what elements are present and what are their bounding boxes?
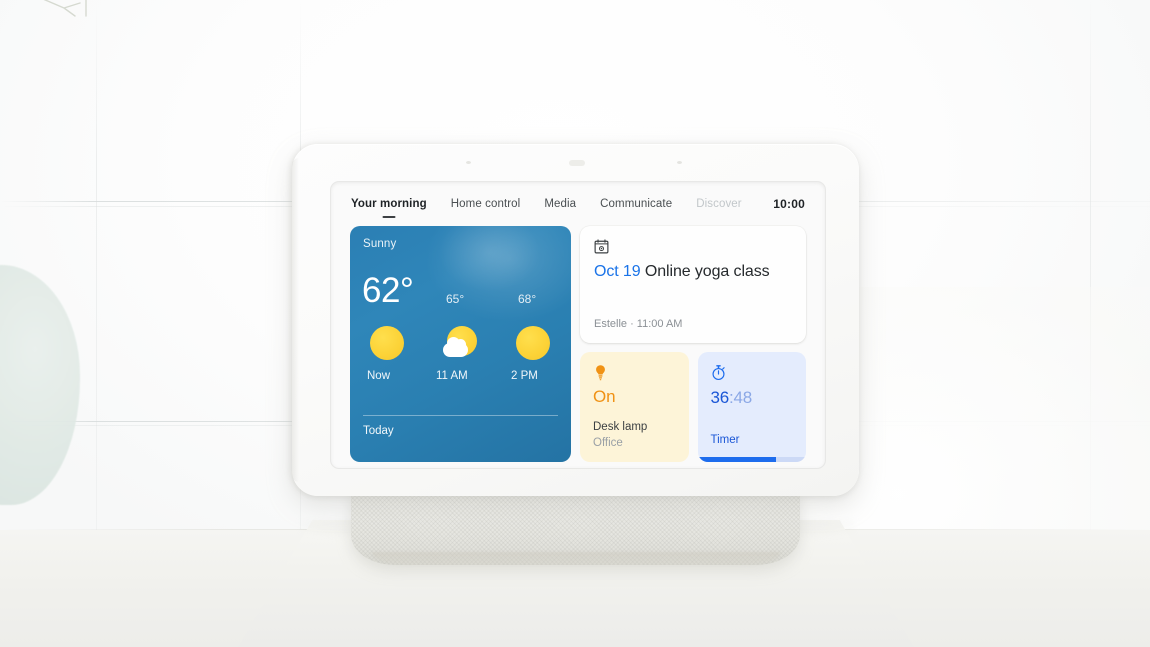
calendar-event-subtitle: Estelle · 11:00 AM [594, 318, 683, 330]
calendar-event-date: Oct 19 [594, 263, 641, 280]
desk-lamp-room: Office [593, 437, 623, 449]
tab-discover[interactable]: Discover [696, 198, 742, 210]
tab-media[interactable]: Media [544, 198, 576, 210]
light-sensor-dot-icon [677, 161, 682, 164]
calendar-event-icon [594, 239, 609, 254]
weather-forecast-temp-2: 68° [518, 292, 537, 306]
desk-lamp-state: On [593, 387, 616, 406]
sun-behind-cloud-icon [443, 326, 477, 360]
tab-home-control[interactable]: Home control [451, 198, 521, 210]
active-tab-indicator [382, 216, 396, 218]
timer-label: Timer [710, 434, 740, 446]
tab-your-morning-label: Your morning [351, 198, 427, 210]
twig-decoration [43, 0, 87, 17]
scene-photo: Your morning Home control Media Communic… [0, 0, 1150, 647]
weather-divider [363, 415, 558, 416]
timer-value: 36:48 [711, 388, 794, 408]
weather-card[interactable]: Sunny 62° 65° 68° Now 11 AM 2 PM Today [350, 226, 571, 462]
speaker-slot-icon [569, 160, 585, 166]
top-navigation-bar: Your morning Home control Media Communic… [331, 182, 825, 226]
left-column: Sunny 62° 65° 68° Now 11 AM 2 PM Today [350, 226, 571, 462]
tab-communicate[interactable]: Communicate [600, 198, 672, 210]
timer-progress-fill [697, 457, 776, 462]
smart-display-device: Your morning Home control Media Communic… [292, 144, 859, 496]
right-column: Oct 19 Online yoga class Estelle · 11:00… [580, 226, 806, 462]
weather-time-now: Now [367, 370, 391, 382]
desk-lamp-name: Desk lamp [593, 421, 648, 433]
timer-card[interactable]: 36:48 Timer [697, 352, 806, 462]
status-clock: 10:00 [773, 197, 805, 211]
sun-icon [516, 326, 550, 360]
display-screen: Your morning Home control Media Communic… [331, 182, 825, 468]
lightbulb-icon [596, 365, 605, 381]
stopwatch-icon [711, 365, 725, 381]
camera-sensor-dot-icon [466, 161, 471, 164]
device-bezel-left-edge [292, 158, 299, 482]
small-cards-row: On Desk lamp Office 36:48 Timer [580, 352, 806, 462]
calendar-event-title: Online yoga class [644, 263, 770, 280]
weather-time-11am: 11 AM [436, 370, 468, 382]
weather-time-2pm: 2 PM [511, 370, 538, 382]
desk-lamp-card[interactable]: On Desk lamp Office [580, 352, 689, 462]
tab-your-morning[interactable]: Your morning [351, 198, 427, 218]
calendar-event-title-row: Oct 19 Online yoga class [594, 263, 792, 281]
weather-condition: Sunny [363, 238, 397, 250]
timer-minutes: 36 [710, 388, 730, 407]
weather-today-label: Today [363, 425, 394, 437]
timer-seconds: 48 [733, 388, 753, 407]
speaker-base-foot [372, 552, 780, 566]
weather-forecast-temp-1: 65° [446, 292, 465, 306]
cards-area: Sunny 62° 65° 68° Now 11 AM 2 PM Today O… [350, 226, 806, 462]
sun-icon [370, 326, 404, 360]
calendar-event-card[interactable]: Oct 19 Online yoga class Estelle · 11:00… [580, 226, 806, 343]
weather-current-temperature: 62° [362, 271, 414, 310]
